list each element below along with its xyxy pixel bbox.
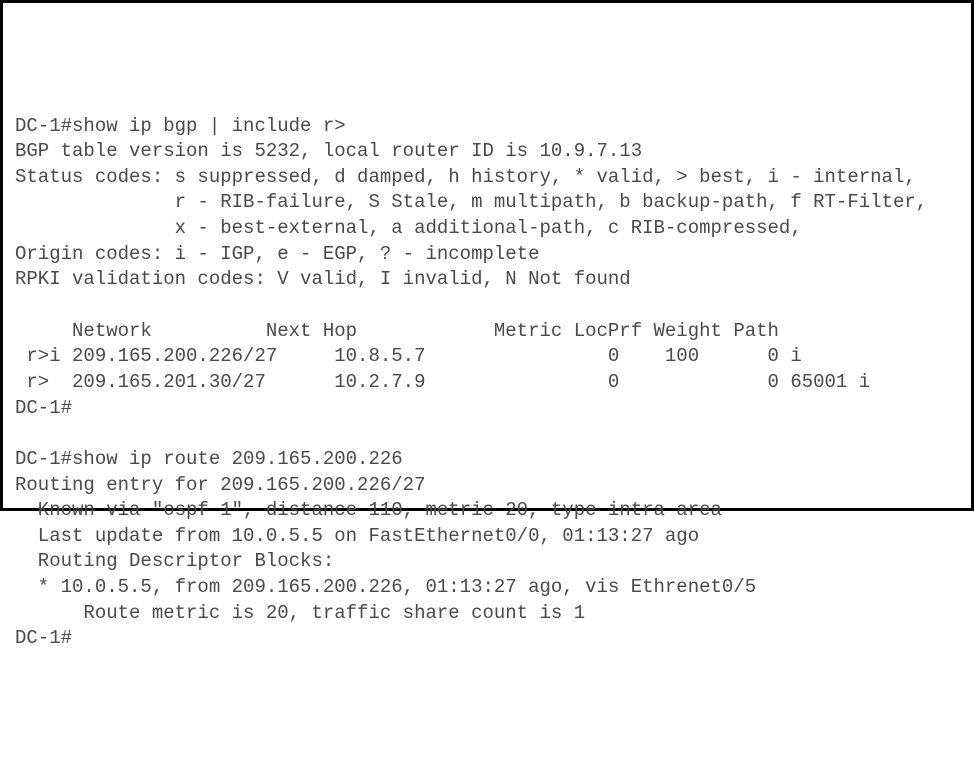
cli-line: DC-1# bbox=[15, 627, 72, 649]
cli-line: Routing entry for 209.165.200.226/27 bbox=[15, 474, 425, 496]
cli-line: r - RIB-failure, S Stale, m multipath, b… bbox=[15, 191, 927, 213]
terminal-output: DC-1#show ip bgp | include r> BGP table … bbox=[15, 114, 959, 652]
cli-line: Network Next Hop Metric LocPrf Weight Pa… bbox=[15, 320, 779, 342]
cli-line: Origin codes: i - IGP, e - EGP, ? - inco… bbox=[15, 243, 540, 265]
cli-line: Routing Descriptor Blocks: bbox=[15, 550, 334, 572]
cli-line: DC-1#show ip bgp | include r> bbox=[15, 115, 346, 137]
cli-line: Route metric is 20, traffic share count … bbox=[15, 602, 585, 624]
cli-line: DC-1#show ip route 209.165.200.226 bbox=[15, 448, 403, 470]
cli-line bbox=[15, 422, 26, 444]
cli-line: Known via "ospf 1", distance 110, metric… bbox=[15, 499, 722, 521]
cli-line: RPKI validation codes: V valid, I invali… bbox=[15, 268, 631, 290]
cli-line: r>i 209.165.200.226/27 10.8.5.7 0 100 0 … bbox=[15, 345, 802, 367]
cli-line: Status codes: s suppressed, d damped, h … bbox=[15, 166, 916, 188]
cli-line: Last update from 10.0.5.5 on FastEtherne… bbox=[15, 525, 699, 547]
cli-line: DC-1# bbox=[15, 397, 72, 419]
cli-line: * 10.0.5.5, from 209.165.200.226, 01:13:… bbox=[15, 576, 756, 598]
cli-line: r> 209.165.201.30/27 10.2.7.9 0 0 65001 … bbox=[15, 371, 870, 393]
cli-line: x - best-external, a additional-path, c … bbox=[15, 217, 802, 239]
cli-line: BGP table version is 5232, local router … bbox=[15, 140, 642, 162]
cli-line bbox=[15, 294, 26, 316]
